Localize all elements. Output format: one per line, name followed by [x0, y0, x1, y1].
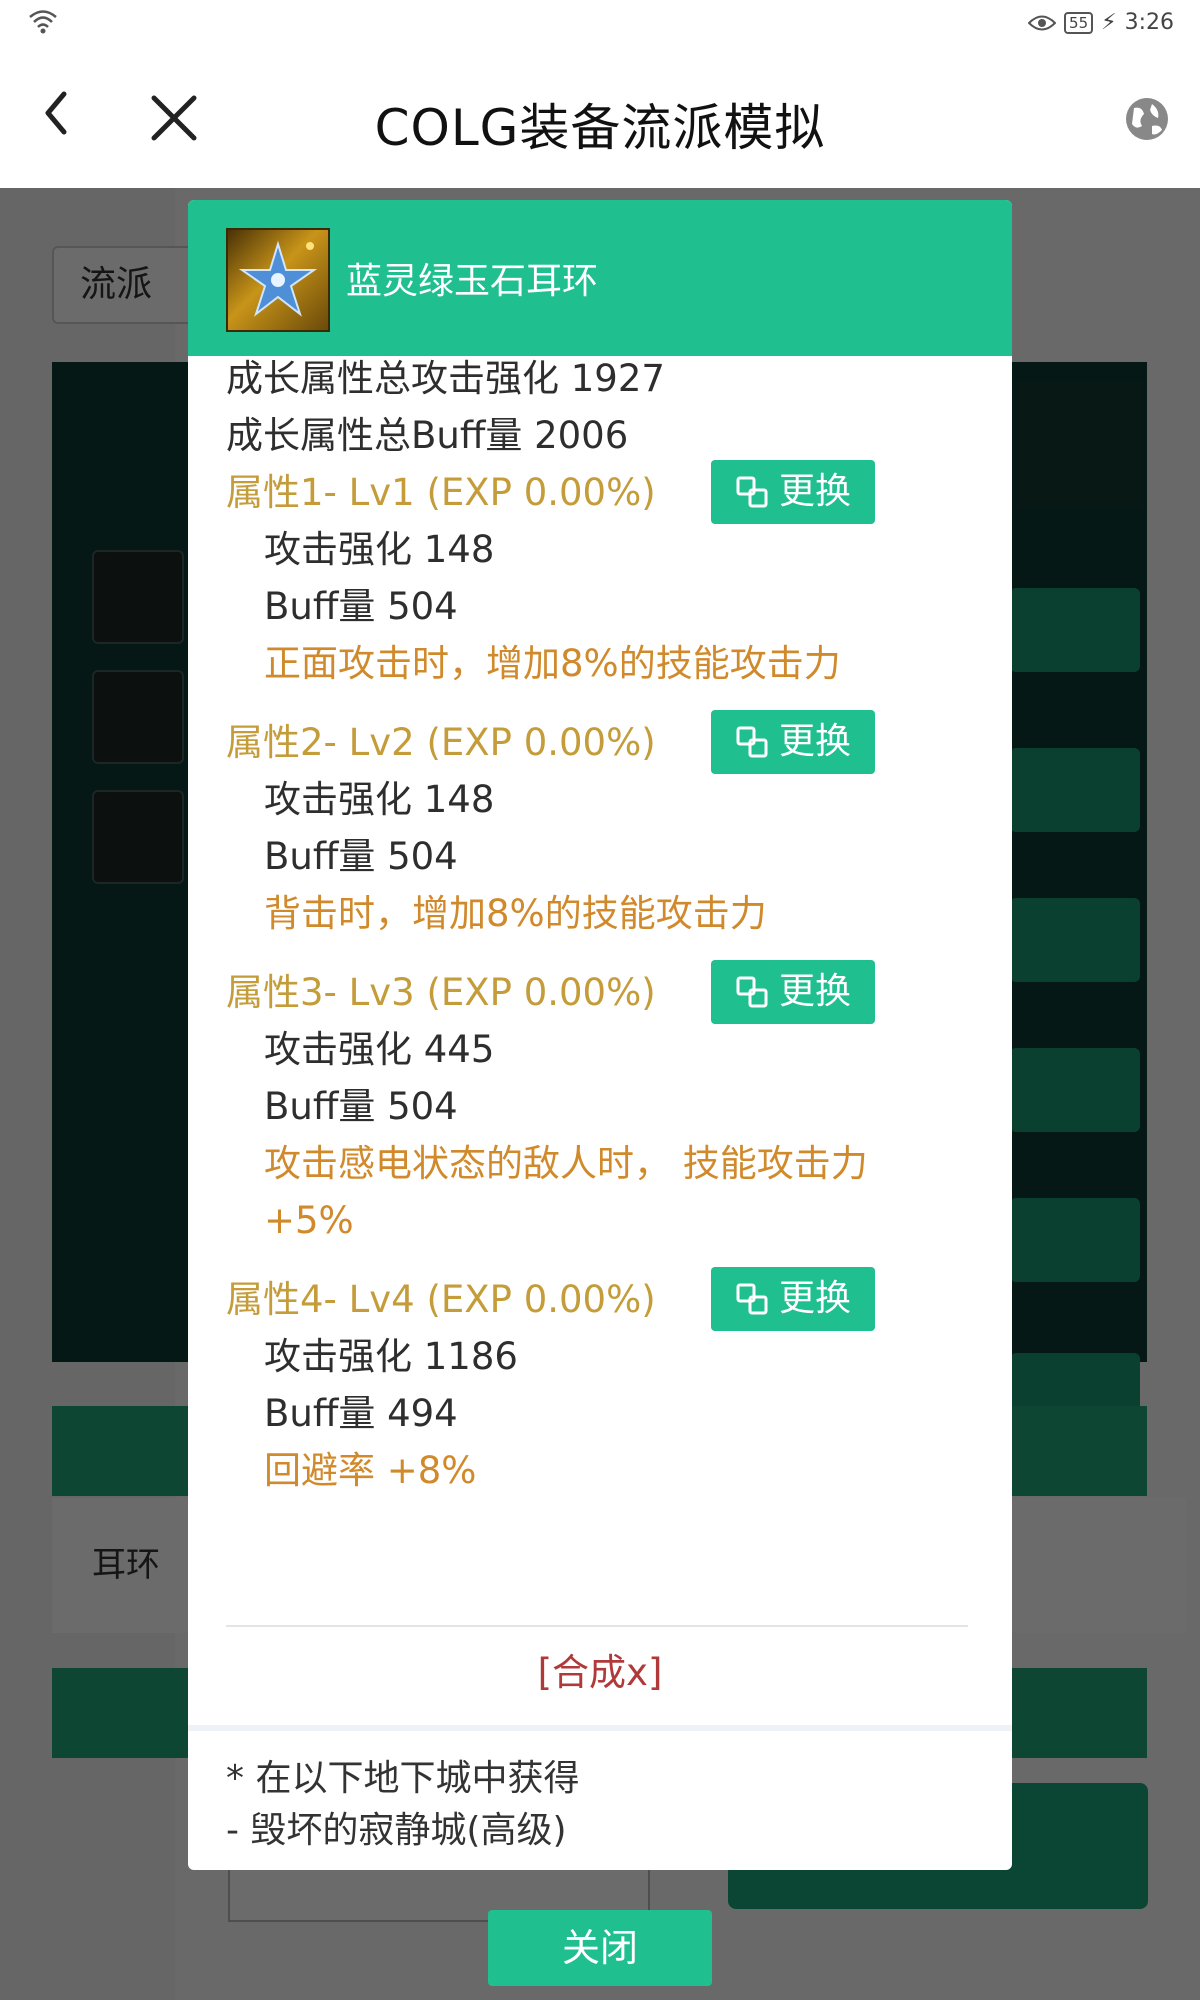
attribute-effect: 攻击感电状态的敌人时， 技能攻击力 +5%: [264, 1142, 868, 1242]
eye-icon: [1028, 15, 1057, 30]
status-time: 3:26: [1124, 10, 1174, 35]
swap-label: 更换: [778, 721, 851, 762]
attribute-effect: 背击时，增加8%的技能攻击力: [264, 892, 767, 935]
obtain-title: * 在以下地下城中获得: [226, 1758, 580, 1799]
growth-buff: 成长属性总Buff量 2006: [226, 414, 629, 457]
swap-icon: [736, 976, 768, 1008]
attribute-attack: 攻击强化 445: [264, 1028, 495, 1071]
swap-icon: [736, 1283, 768, 1315]
synthesis-link[interactable]: [合成x]: [188, 1642, 1012, 1696]
growth-attack: 成长属性总攻击强化 1927: [226, 357, 665, 400]
modal-body: 成长属性总攻击强化 1927 成长属性总Buff量 2006 属性1- Lv1 …: [226, 350, 986, 1499]
swap-icon: [736, 726, 768, 758]
attribute-2-header: 属性2- Lv2 (EXP 0.00%) 更换: [226, 710, 986, 774]
swap-button[interactable]: 更换: [711, 460, 875, 524]
attribute-attack: 攻击强化 1186: [264, 1335, 518, 1378]
page-title: COLG装备流派模拟: [374, 99, 826, 157]
attribute-attack: 攻击强化 148: [264, 778, 495, 821]
app-header: COLG装备流派模拟: [0, 48, 1200, 188]
battery-icon: 55: [1064, 11, 1094, 34]
attribute-buff: Buff量 494: [264, 1392, 458, 1435]
attribute-1-header: 属性1- Lv1 (EXP 0.00%) 更换: [226, 460, 986, 524]
attribute-buff: Buff量 504: [264, 835, 458, 878]
swap-button[interactable]: 更换: [711, 1267, 875, 1331]
globe-icon[interactable]: [1124, 96, 1170, 142]
attribute-attack: 攻击强化 148: [264, 528, 495, 571]
item-detail-modal: 蓝灵绿玉石耳环 成长属性总攻击强化 1927 成长属性总Buff量 2006 属…: [188, 200, 1012, 1870]
attribute-effect: 正面攻击时，增加8%的技能攻击力: [264, 642, 841, 685]
charging-icon: ⚡: [1101, 10, 1117, 35]
divider: [226, 1625, 968, 1627]
close-button[interactable]: 关闭: [488, 1910, 712, 1986]
item-name: 蓝灵绿玉石耳环: [346, 261, 599, 302]
attribute-effect: 回避率 +8%: [264, 1449, 477, 1492]
earring-item-icon: [226, 228, 330, 332]
swap-label: 更换: [778, 1278, 851, 1319]
attribute-buff: Buff量 504: [264, 585, 458, 628]
attribute-3-header: 属性3- Lv3 (EXP 0.00%) 更换: [226, 960, 986, 1024]
wifi-icon: [29, 10, 57, 34]
attribute-4-header: 属性4- Lv4 (EXP 0.00%) 更换: [226, 1267, 986, 1331]
obtain-info: * 在以下地下城中获得 - 毁坏的寂静城(高级): [188, 1725, 1012, 1870]
modal-header: 蓝灵绿玉石耳环: [188, 200, 1012, 356]
swap-button[interactable]: 更换: [711, 710, 875, 774]
swap-label: 更换: [778, 471, 851, 512]
swap-label: 更换: [778, 971, 851, 1012]
obtain-dungeon: - 毁坏的寂静城(高级): [226, 1810, 567, 1851]
attribute-buff: Buff量 504: [264, 1085, 458, 1128]
status-right: 55 ⚡ 3:26: [1028, 10, 1174, 35]
swap-icon: [736, 476, 768, 508]
status-bar: 55 ⚡ 3:26: [0, 0, 1200, 48]
swap-button[interactable]: 更换: [711, 960, 875, 1024]
